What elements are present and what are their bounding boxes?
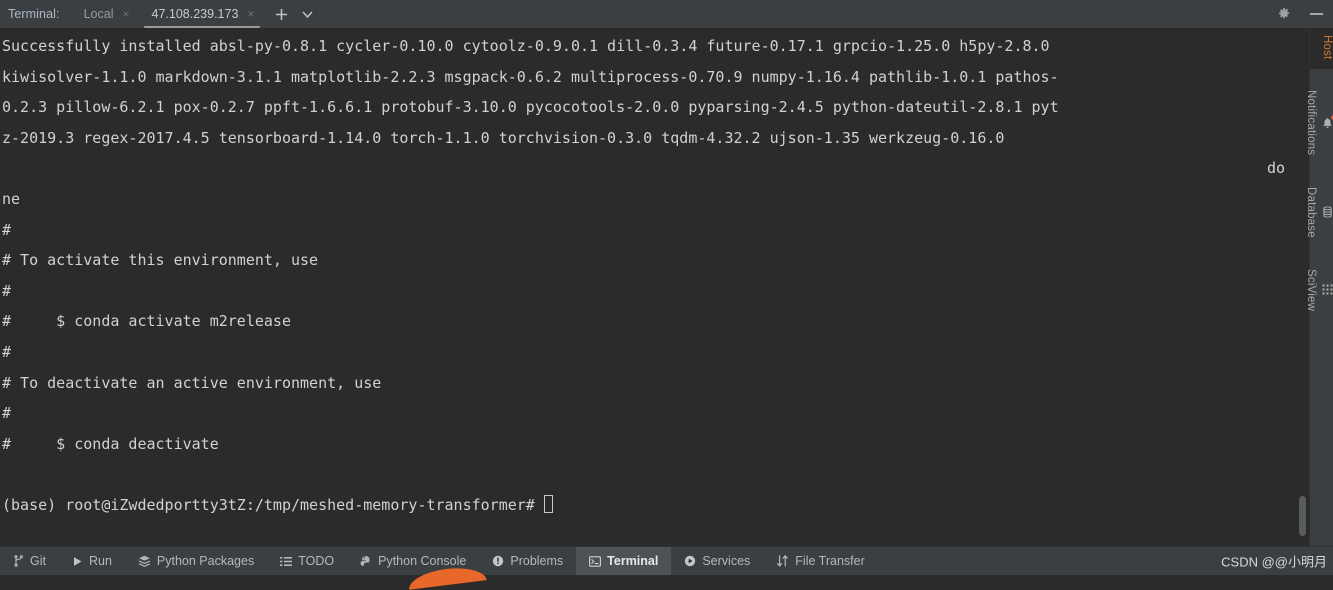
status-bar-item-python-packages-label: Python Packages xyxy=(156,554,255,568)
terminal-output-panel[interactable]: Successfully installed absl-py-0.8.1 cyc… xyxy=(0,28,1309,546)
minimize-icon[interactable] xyxy=(1305,3,1327,25)
sciview-grid-icon xyxy=(1322,284,1333,295)
ide-window: Terminal: Local × 47.108.239.173 × Succe… xyxy=(0,0,1333,590)
terminal-cursor xyxy=(543,494,553,513)
chevron-down-icon[interactable] xyxy=(296,3,318,25)
tab-bar-actions xyxy=(264,0,318,28)
run-play-icon xyxy=(72,556,83,567)
rail-item-notifications-label: Notifications xyxy=(1305,90,1317,156)
tab-bar-window-controls xyxy=(1273,0,1333,28)
status-bar-item-file-transfer-label: File Transfer xyxy=(795,554,865,568)
terminal-prompt-icon xyxy=(589,555,602,567)
terminal-panel-title: Terminal: xyxy=(8,7,60,21)
add-terminal-icon[interactable] xyxy=(270,3,292,25)
rail-item-host[interactable]: Host xyxy=(1310,28,1333,70)
terminal-tab-local[interactable]: Local × xyxy=(72,0,140,28)
terminal-line: z-2019.3 regex-2017.4.5 tensorboard-1.14… xyxy=(2,128,1005,147)
close-icon[interactable]: × xyxy=(123,8,130,20)
terminal-line: ne xyxy=(2,189,21,208)
terminal-line: Successfully installed absl-py-0.8.1 cyc… xyxy=(2,37,1050,55)
status-bar-item-todo[interactable]: TODO xyxy=(267,547,347,575)
status-bar-item-run[interactable]: Run xyxy=(59,547,125,575)
rail-item-database-label: Database xyxy=(1305,186,1317,238)
rail-item-sciview-label: SciView xyxy=(1305,268,1317,311)
terminal-line: # $ conda deactivate xyxy=(2,434,219,453)
status-bar: Git Run Python Packages TODO Python Cons… xyxy=(0,546,1333,590)
status-bar-item-run-label: Run xyxy=(88,554,112,568)
python-console-icon xyxy=(360,555,372,567)
services-play-icon xyxy=(684,555,696,567)
rail-item-sciview[interactable]: SciView xyxy=(1305,262,1333,321)
status-bar-item-todo-label: TODO xyxy=(298,554,335,568)
terminal-line: # xyxy=(2,342,12,361)
terminal-prompt-text: (base) root@iZwdedportty3tZ:/tmp/meshed-… xyxy=(2,495,535,514)
terminal-line: # xyxy=(2,281,12,300)
status-bar-item-file-transfer[interactable]: File Transfer xyxy=(763,547,877,575)
terminal-line: 0.2.3 pillow-6.2.1 pox-0.2.7 ppft-1.6.6.… xyxy=(2,98,1059,117)
status-bar-item-terminal[interactable]: Terminal xyxy=(576,547,672,575)
gear-icon[interactable] xyxy=(1273,3,1295,25)
terminal-line: # $ conda activate m2release xyxy=(2,312,291,331)
notification-bell-icon xyxy=(1322,115,1333,129)
status-bar-item-python-packages[interactable]: Python Packages xyxy=(125,547,267,575)
todo-list-icon xyxy=(280,556,293,567)
rail-item-database[interactable]: Database xyxy=(1305,180,1333,248)
terminal-line: # xyxy=(2,220,12,239)
terminal-tab-bar: Terminal: Local × 47.108.239.173 × xyxy=(0,0,1333,28)
terminal-line: kiwisolver-1.1.0 markdown-3.1.1 matplotl… xyxy=(2,67,1059,86)
terminal-prompt-line: (base) root@iZwdedportty3tZ:/tmp/meshed-… xyxy=(2,490,1309,521)
packages-stack-icon xyxy=(138,555,151,567)
terminal-line: # To activate this environment, use xyxy=(2,251,319,270)
main-content-row: Successfully installed absl-py-0.8.1 cyc… xyxy=(0,28,1333,546)
rail-item-host-label: Host xyxy=(1321,35,1333,60)
status-bar-item-python-console-label: Python Console xyxy=(378,554,467,568)
right-tool-rail: Host Notifications Database SciView xyxy=(1305,28,1333,546)
terminal-tab-remote-host-label: 47.108.239.173 xyxy=(151,7,239,21)
status-bar-item-services[interactable]: Services xyxy=(671,547,763,575)
git-branch-icon xyxy=(13,555,24,567)
status-bar-item-git-label: Git xyxy=(30,554,46,568)
terminal-tab-local-label: Local xyxy=(83,7,114,21)
file-transfer-arrows-icon xyxy=(776,555,789,567)
status-bar-item-problems-label: Problems xyxy=(510,554,564,568)
terminal-line: # xyxy=(2,404,12,423)
status-bar-item-problems[interactable]: Problems xyxy=(479,547,576,575)
watermark-text: CSDN @@小明月 xyxy=(1221,554,1327,570)
terminal-line: do xyxy=(1266,159,1285,178)
terminal-scrollbar-thumb[interactable] xyxy=(1299,496,1306,536)
rail-item-notifications[interactable]: Notifications xyxy=(1305,83,1333,165)
status-bar-item-terminal-label: Terminal xyxy=(607,554,659,568)
status-bar-item-services-label: Services xyxy=(702,554,751,568)
terminal-tab-remote-host[interactable]: 47.108.239.173 × xyxy=(140,0,265,28)
status-bar-item-git[interactable]: Git xyxy=(0,547,59,575)
close-icon[interactable]: × xyxy=(247,8,254,20)
database-icon xyxy=(1322,206,1333,218)
problems-warning-icon xyxy=(492,555,504,567)
terminal-line: # To deactivate an active environment, u… xyxy=(2,373,382,392)
terminal-lines: Successfully installed absl-py-0.8.1 cyc… xyxy=(0,28,1309,521)
